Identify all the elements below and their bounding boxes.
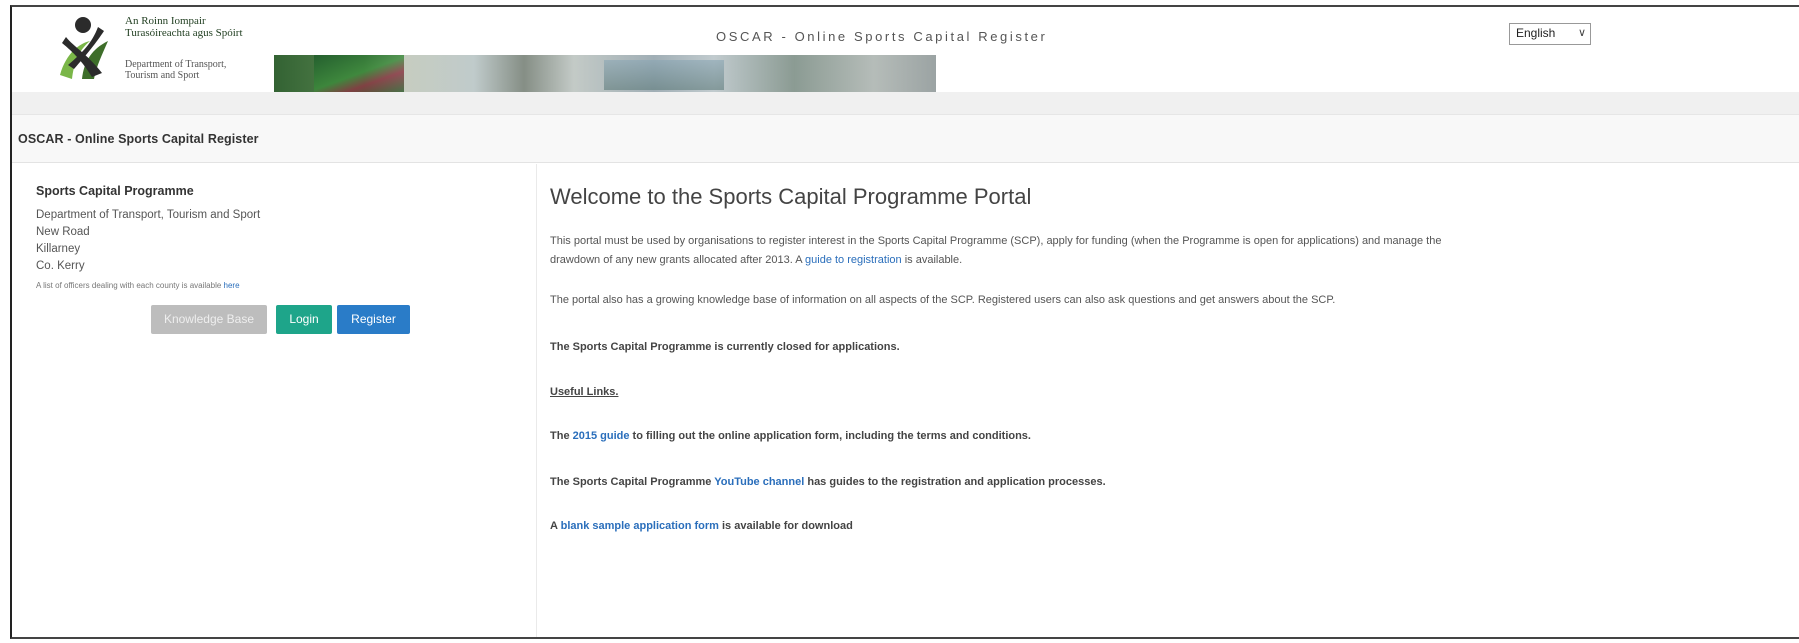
register-button[interactable]: Register <box>337 305 410 334</box>
language-select-value: English <box>1516 26 1556 40</box>
guide-paragraph: The 2015 guide to filling out the online… <box>550 427 1031 446</box>
knowledge-base-button[interactable]: Knowledge Base <box>151 305 267 334</box>
youtube-after: has guides to the registration and appli… <box>807 476 1106 488</box>
banner-photo-building <box>604 60 724 90</box>
sample-form-paragraph: A blank sample application form is avail… <box>550 517 853 536</box>
sample-after: is available for download <box>722 520 853 532</box>
youtube-paragraph: The Sports Capital Programme YouTube cha… <box>550 473 1106 492</box>
page-frame: An Roinn Iompair Turasóireachta agus Spó… <box>10 5 1799 639</box>
officers-note: A list of officers dealing with each cou… <box>36 281 240 290</box>
address-line: Department of Transport, Tourism and Spo… <box>36 209 261 221</box>
officers-link[interactable]: here <box>224 281 240 290</box>
guide-before: The <box>550 430 570 442</box>
welcome-heading: Welcome to the Sports Capital Programme … <box>550 184 1032 209</box>
panel-heading: OSCAR - Online Sports Capital Register <box>12 115 1799 163</box>
sample-before: A <box>550 520 558 532</box>
site-header: An Roinn Iompair Turasóireachta agus Spó… <box>12 7 1799 92</box>
dept-english-line1: Department of Transport, <box>125 59 227 70</box>
dept-english-line2: Tourism and Sport <box>125 70 200 81</box>
knowledge-paragraph: The portal also has a growing knowledge … <box>550 294 1336 306</box>
header-divider-band <box>12 92 1799 115</box>
sidebar-title: Sports Capital Programme <box>36 184 194 198</box>
chevron-down-icon: ∨ <box>1577 27 1586 39</box>
main-content: Welcome to the Sports Capital Programme … <box>550 164 1790 637</box>
address-line: Killarney <box>36 243 81 255</box>
panel-heading-text: OSCAR - Online Sports Capital Register <box>18 132 259 146</box>
intro-line2: drawdown of any new grants allocated aft… <box>550 251 1441 270</box>
intro-paragraph: This portal must be used by organisation… <box>550 232 1441 270</box>
address-line: Co. Kerry <box>36 260 85 272</box>
officers-note-text: A list of officers dealing with each cou… <box>36 281 222 290</box>
blank-sample-form-link[interactable]: blank sample application form <box>561 520 719 532</box>
youtube-channel-link[interactable]: YouTube channel <box>714 476 804 488</box>
login-button[interactable]: Login <box>276 305 332 334</box>
youtube-before: The Sports Capital Programme <box>550 476 712 488</box>
banner-photo-sport <box>314 55 404 92</box>
guide-to-registration-link[interactable]: guide to registration <box>805 254 902 266</box>
sidebar: Sports Capital Programme Department of T… <box>12 164 537 637</box>
dept-irish-line2: Turasóireachta agus Spóirt <box>125 27 243 39</box>
header-banner-image <box>274 55 936 92</box>
intro-line1: This portal must be used by organisation… <box>550 235 1442 247</box>
intro-line2-after: is available. <box>904 254 963 266</box>
useful-links-heading: Useful Links. <box>550 386 619 398</box>
dept-name-irish: An Roinn Iompair Turasóireachta agus Spó… <box>125 15 243 39</box>
department-logo-icon <box>60 17 108 79</box>
language-select[interactable]: English ∨ <box>1509 23 1591 45</box>
closed-notice: The Sports Capital Programme is currentl… <box>550 341 900 353</box>
dept-irish-line1: An Roinn Iompair <box>125 15 206 27</box>
guide-after: to filling out the online application fo… <box>632 430 1031 442</box>
guide-2015-link[interactable]: 2015 guide <box>573 430 630 442</box>
intro-line2-before: drawdown of any new grants allocated aft… <box>550 254 802 266</box>
header-title: OSCAR - Online Sports Capital Register <box>716 29 1048 44</box>
address-line: New Road <box>36 226 90 238</box>
dept-name-english: Department of Transport, Tourism and Spo… <box>125 59 226 81</box>
